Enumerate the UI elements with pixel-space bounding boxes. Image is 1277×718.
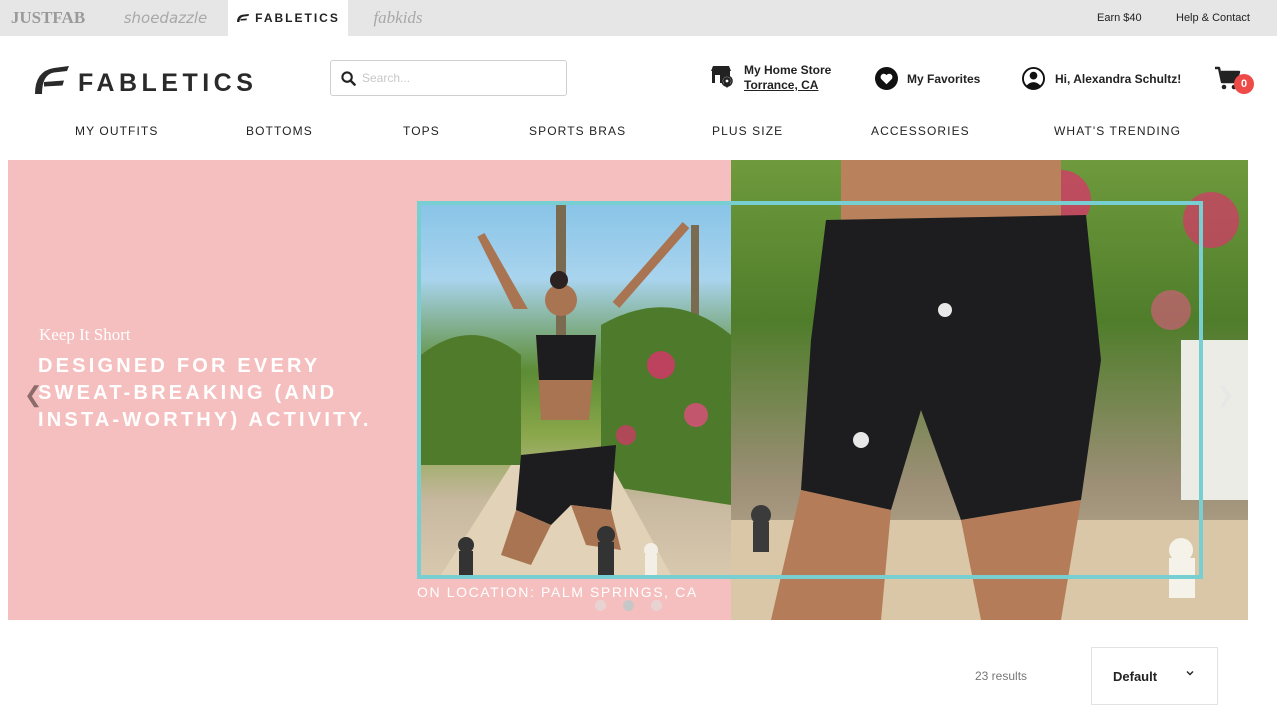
hero-teal-frame [417,201,1203,579]
help-contact-link[interactable]: Help & Contact [1176,0,1250,36]
cart-count-badge: 0 [1234,74,1254,94]
store-label: My Home Store [744,63,832,77]
sort-selected-value: Default [1113,668,1158,684]
home-store[interactable]: My Home Store Torrance, CA [710,63,831,93]
store-location-icon [711,66,733,88]
carousel-dot-2[interactable] [623,600,634,611]
search-input[interactable] [362,71,552,85]
nav-sports-bras[interactable]: SPORTS BRAS [529,124,626,138]
carousel-dots [595,600,679,611]
hero-caption: ON LOCATION: PALM SPRINGS, CA [417,584,698,600]
heart-icon [875,67,898,90]
carousel-next-arrow-icon[interactable]: ❯ [1216,382,1234,408]
search-icon [341,70,356,86]
fabletics-logo-icon [35,66,69,94]
nav-whats-trending[interactable]: WHAT'S TRENDING [1054,124,1181,138]
fabletics-mini-logo-icon [237,14,250,22]
chevron-down-icon [1186,671,1194,676]
nav-bottoms[interactable]: BOTTOMS [246,124,313,138]
results-count: 23 results [975,669,1028,683]
search-box[interactable] [330,60,567,96]
fabletics-logo[interactable]: FABLETICS [34,64,258,97]
hero-eyebrow: Keep It Short [39,325,131,344]
user-avatar-icon [1022,67,1045,90]
brand-tab-fabkids[interactable]: fabkids [358,0,438,36]
nav-my-outfits[interactable]: MY OUTFITS [75,124,158,138]
brand-tab-justfab[interactable]: JUSTFAB [0,0,96,36]
favorites-label: My Favorites [907,71,981,86]
nav-plus-size[interactable]: PLUS SIZE [712,124,783,138]
carousel-dot-3[interactable] [651,600,662,611]
logo-text: FABLETICS [78,68,258,97]
carousel-prev-arrow-icon[interactable]: ❮ [24,382,42,408]
hero-carousel[interactable]: Keep It Short DESIGNED FOR EVERY SWEAT-B… [8,160,1248,620]
brand-tab-shoedazzle[interactable]: shoedazzle [108,0,223,36]
carousel-dot-1[interactable] [595,600,606,611]
brand-tab-fabletics[interactable]: FABLETICS [228,0,348,36]
nav-accessories[interactable]: ACCESSORIES [871,124,970,138]
brand-bar: JUSTFAB shoedazzle FABLETICS fabkids Ear… [0,0,1277,36]
hero-headline: DESIGNED FOR EVERY SWEAT-BREAKING (AND I… [38,355,372,431]
store-location-link[interactable]: Torrance, CA [744,78,831,93]
sort-dropdown[interactable]: Default [1091,647,1218,705]
main-nav: MY OUTFITS BOTTOMS TOPS SPORTS BRAS PLUS… [0,124,1277,146]
earn-link[interactable]: Earn $40 [1097,0,1142,36]
nav-tops[interactable]: TOPS [403,124,440,138]
my-favorites[interactable]: My Favorites [875,67,980,90]
account-menu[interactable]: Hi, Alexandra Schultz! [1022,67,1181,90]
cart-button[interactable]: 0 [1214,66,1254,96]
brand-tab-fabletics-label: FABLETICS [255,11,340,25]
user-greeting: Hi, Alexandra Schultz! [1055,71,1182,86]
